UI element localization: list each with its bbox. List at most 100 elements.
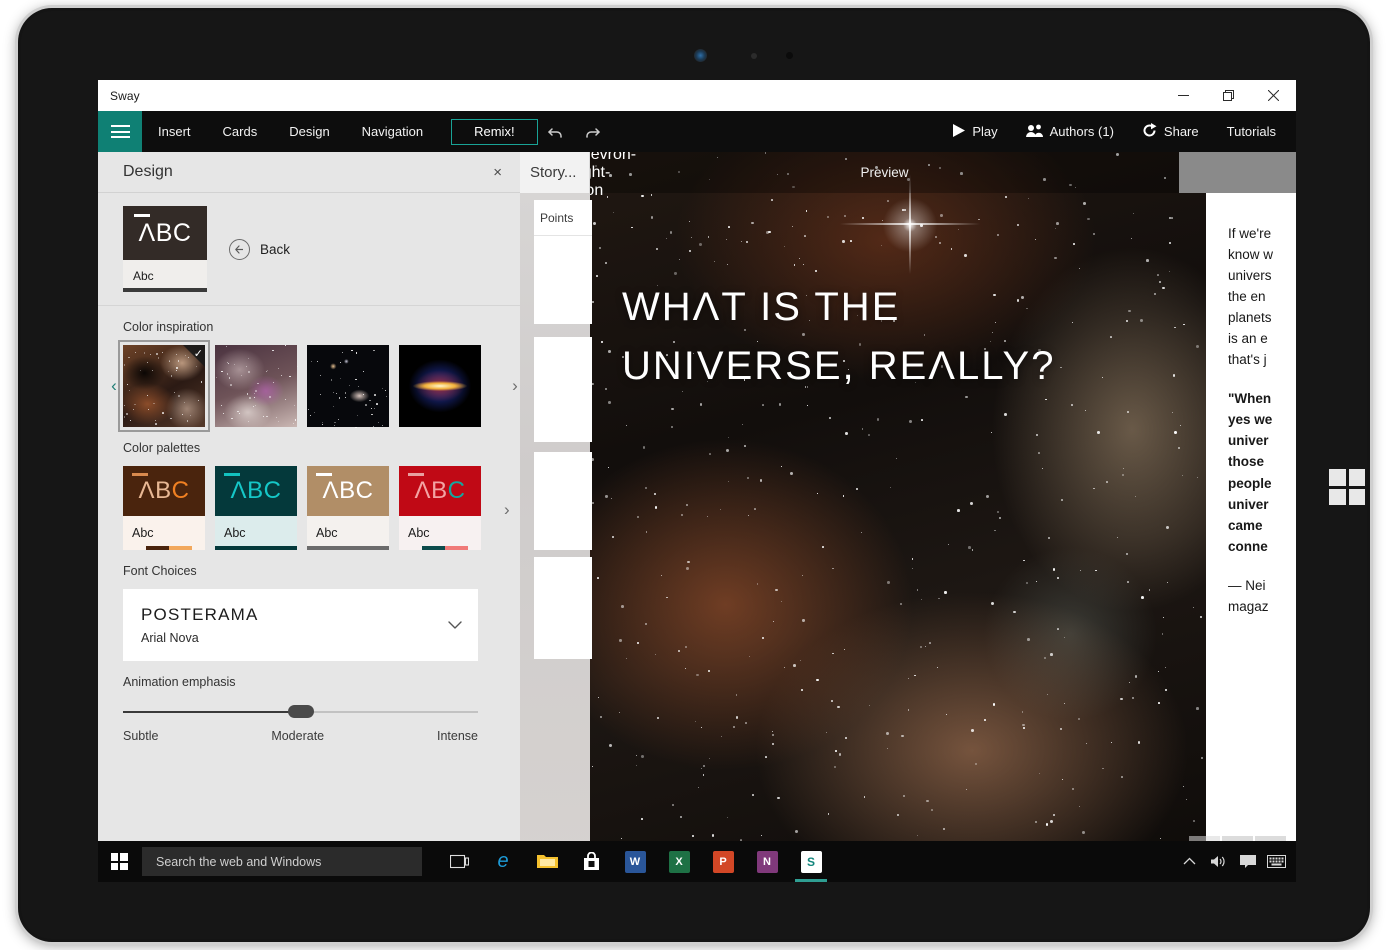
nebula-thumb-2[interactable] xyxy=(215,345,298,427)
play-button[interactable]: Play xyxy=(939,111,1011,152)
close-button[interactable] xyxy=(1251,80,1296,111)
minimize-button[interactable] xyxy=(1161,80,1206,111)
powerpoint-taskbar-button[interactable]: P xyxy=(702,841,744,882)
storyline-pane: Story... Points xyxy=(520,152,592,882)
palette-caption: Abc xyxy=(307,516,389,550)
sway-app-window: Sway Insert Cards Design Navigation Remi… xyxy=(98,80,1296,882)
current-style-swatch[interactable]: ΛBC Abc xyxy=(123,206,207,292)
task-view-icon xyxy=(449,851,470,873)
app-title: Sway xyxy=(110,88,140,103)
chevron-right-icon[interactable]: chevron-right-icon xyxy=(590,152,636,200)
onenote-icon: N xyxy=(756,850,778,873)
palette-abc: ΛBC xyxy=(414,477,466,504)
redo-icon[interactable] xyxy=(574,111,610,152)
tutorials-button[interactable]: Tutorials xyxy=(1213,111,1290,152)
touch-keyboard-icon[interactable] xyxy=(1263,841,1290,882)
slider-max-label: Intense xyxy=(436,729,478,743)
color-palette-option-3[interactable]: ΛBC Abc xyxy=(307,466,389,550)
hamburger-menu-icon[interactable] xyxy=(98,111,142,152)
undo-icon[interactable] xyxy=(538,111,574,152)
animation-emphasis-slider[interactable] xyxy=(123,702,478,722)
action-center-icon[interactable] xyxy=(1234,841,1261,882)
restore-button[interactable] xyxy=(1206,80,1251,111)
color-palette-option-4[interactable]: ΛBC Abc xyxy=(399,466,481,550)
font-choice-select[interactable]: POSTERAMA Arial Nova xyxy=(123,589,478,661)
storyline-tab[interactable]: Story... xyxy=(520,152,590,193)
app-body: WHΛT IS THE UNIVERSE, REΛLLY? If we're k… xyxy=(98,152,1296,882)
style-swatch-underline xyxy=(123,288,207,292)
allsky-thumb-4[interactable] xyxy=(399,345,481,427)
powerpoint-icon: P xyxy=(712,850,734,873)
palette-abc: ΛBC xyxy=(138,477,190,504)
preview-header-filler xyxy=(1179,152,1296,193)
palette-abc-small: Abc xyxy=(132,526,154,540)
font-primary-name: POSTERAMA xyxy=(141,605,259,624)
slider-thumb[interactable] xyxy=(287,705,314,718)
color-inspiration-label: Color inspiration xyxy=(123,320,214,334)
remix-button[interactable]: Remix! xyxy=(451,118,538,145)
palette-caption: Abc xyxy=(123,516,205,550)
animation-emphasis-label: Animation emphasis xyxy=(123,675,236,689)
palettes-next-arrow[interactable]: › xyxy=(504,500,510,520)
hero-title-line-2: UNIVERSE, REΛLLY? xyxy=(622,343,1056,388)
system-tray xyxy=(1176,841,1290,882)
file-explorer-taskbar-button[interactable] xyxy=(526,841,568,882)
color-palettes-label: Color palettes xyxy=(123,441,201,455)
authors-button[interactable]: Authors (1) xyxy=(1012,111,1128,152)
design-panel: Design × ΛBC Abc Back Color inspiration … xyxy=(98,152,520,882)
excel-taskbar-button[interactable]: X xyxy=(658,841,700,882)
slider-track-filled xyxy=(123,711,301,713)
palette-preview: ΛBC xyxy=(123,466,205,516)
menu-item-design[interactable]: Design xyxy=(273,111,345,152)
chevron-down-icon[interactable] xyxy=(448,618,462,633)
palette-underline xyxy=(123,546,205,550)
menu-item-insert[interactable]: Insert xyxy=(142,111,207,152)
play-icon xyxy=(953,123,966,140)
storyline-card[interactable] xyxy=(534,337,592,442)
inspiration-prev-arrow[interactable]: ‹ xyxy=(103,376,125,396)
taskbar-apps: e WXPNS xyxy=(438,841,832,882)
edge-taskbar-button[interactable]: e xyxy=(482,841,524,882)
windows-taskbar: Search the web and Windows e WXPNS xyxy=(98,841,1296,882)
sway-taskbar-button[interactable]: S xyxy=(790,841,832,882)
color-palette-option-1[interactable]: ΛBC Abc xyxy=(123,466,205,550)
font-choice-text: POSTERAMA Arial Nova xyxy=(141,605,259,645)
menu-item-navigation[interactable]: Navigation xyxy=(346,111,439,152)
word-taskbar-button[interactable]: W xyxy=(614,841,656,882)
palette-underline xyxy=(399,546,481,550)
onenote-taskbar-button[interactable]: N xyxy=(746,841,788,882)
show-hidden-icons-chevron[interactable] xyxy=(1176,841,1203,882)
preview-attribution-text: — Nei magaz xyxy=(1228,577,1269,614)
slider-value-label: Moderate xyxy=(271,729,325,743)
app-ribbon: Insert Cards Design Navigation Remix! Pl… xyxy=(98,111,1296,152)
thumb-stars xyxy=(307,345,389,429)
store-taskbar-button[interactable] xyxy=(570,841,612,882)
palette-underline xyxy=(215,546,297,550)
share-icon xyxy=(1142,122,1157,141)
selected-check-icon: ✓ xyxy=(183,345,205,367)
galaxy-thumb-3[interactable] xyxy=(307,345,389,429)
word-icon: W xyxy=(624,850,646,873)
palette-preview: ΛBC xyxy=(215,466,297,516)
close-icon[interactable]: × xyxy=(493,165,502,180)
storyline-card[interactable] xyxy=(534,236,592,324)
share-button[interactable]: Share xyxy=(1128,111,1213,152)
start-button[interactable] xyxy=(98,841,140,882)
search-input[interactable]: Search the web and Windows xyxy=(142,847,422,876)
nebula-thumb-1[interactable]: ✓ xyxy=(118,340,210,432)
people-icon xyxy=(1025,124,1043,140)
menu-item-cards[interactable]: Cards xyxy=(207,111,274,152)
task-view-taskbar-button[interactable] xyxy=(438,841,480,882)
palette-preview: ΛBC xyxy=(307,466,389,516)
storyline-card[interactable] xyxy=(534,557,592,659)
back-button[interactable]: Back xyxy=(229,238,290,260)
animation-emphasis-section: Animation emphasis Subtle Moderate Inten… xyxy=(98,661,520,743)
palette-abc-small: Abc xyxy=(224,526,246,540)
storyline-card-header[interactable]: Points xyxy=(534,200,592,236)
storyline-card[interactable] xyxy=(534,452,592,550)
share-label: Share xyxy=(1163,124,1199,139)
hero-title-line-1: WHΛT IS THE xyxy=(622,285,901,329)
color-palette-option-2[interactable]: ΛBC Abc xyxy=(215,466,297,550)
inspiration-next-arrow[interactable]: › xyxy=(504,376,526,396)
volume-icon[interactable] xyxy=(1205,841,1232,882)
